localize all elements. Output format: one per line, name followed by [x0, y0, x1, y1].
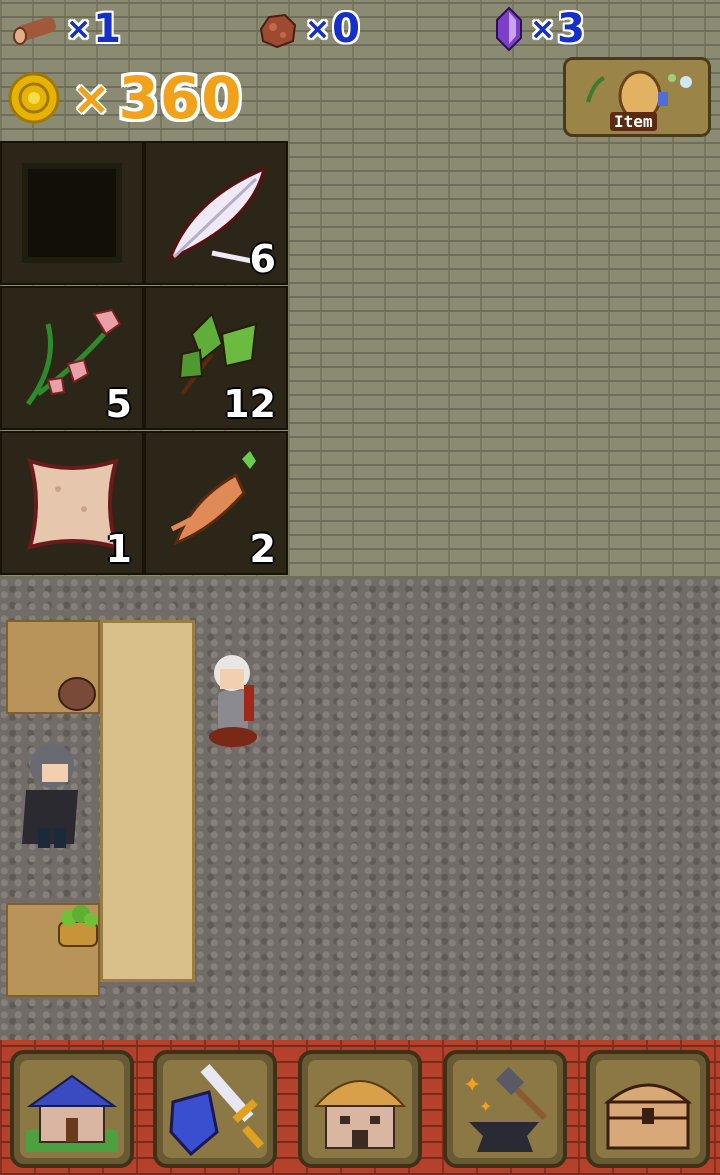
item-button-label: Item [610, 112, 657, 131]
svg-text:✦: ✦ [463, 1073, 481, 1098]
shop-counter [100, 620, 195, 982]
nav-shop-button[interactable] [298, 1050, 422, 1168]
gold-coin-icon [8, 72, 60, 124]
house-icon [26, 1074, 118, 1152]
wood-count: 1 [93, 6, 121, 52]
inventory-grid: 6 5 12 1 2 [0, 141, 288, 575]
crystal-counter: × 3 [494, 6, 585, 52]
treasure-chest-icon [603, 1083, 693, 1150]
crystal-count: 3 [557, 6, 585, 52]
svg-text:✦: ✦ [479, 1097, 492, 1116]
inventory-slot-flower-herb[interactable]: 5 [0, 286, 144, 430]
nav-equipment-button[interactable] [153, 1050, 277, 1168]
ore-times: × [305, 11, 331, 47]
slot-quantity: 6 [249, 237, 276, 281]
clay-pot-icon [58, 677, 96, 711]
slot-quantity: 12 [223, 382, 276, 426]
gold-times: × [72, 71, 111, 125]
ore-counter: × 0 [255, 6, 360, 52]
inventory-slot-mandrake[interactable]: 2 [144, 431, 288, 575]
ore-count: 0 [332, 6, 360, 52]
inventory-slot-empty[interactable] [0, 141, 144, 285]
wood-times: × [66, 11, 92, 47]
nav-forge-button[interactable]: ✦ ✦ [443, 1050, 567, 1168]
gold-counter: × 360 [8, 64, 243, 132]
item-button[interactable]: Item [563, 57, 711, 137]
crystal-times: × [530, 11, 556, 47]
inventory-slot-cloth[interactable]: 1 [0, 431, 144, 575]
slot-quantity: 5 [105, 382, 132, 426]
shopkeeper-npc[interactable] [200, 645, 266, 751]
inventory-slot-feather[interactable]: 6 [144, 141, 288, 285]
purple-crystal-icon [496, 6, 522, 52]
slot-quantity: 2 [249, 527, 276, 571]
anvil-hammer-icon: ✦✦ [463, 1066, 548, 1152]
vegetable-basket-icon [58, 905, 98, 947]
inventory-slot-leaf-herb[interactable]: 12 [144, 286, 288, 430]
wood-log-icon [13, 16, 56, 45]
ore-rock-icon [259, 13, 297, 49]
nav-storage-button[interactable] [586, 1050, 710, 1168]
bottom-navigation: ✦ ✦ [0, 1040, 720, 1175]
wood-counter: × 1 [12, 6, 121, 52]
gold-amount: 360 [118, 64, 243, 132]
shop-hut-icon [313, 1080, 407, 1149]
slot-quantity: 1 [105, 527, 132, 571]
nav-town-button[interactable] [10, 1050, 134, 1168]
sword-shield-icon [169, 1064, 264, 1156]
hooded-customer-npc[interactable] [18, 740, 84, 854]
empty-slot-icon [22, 163, 122, 263]
